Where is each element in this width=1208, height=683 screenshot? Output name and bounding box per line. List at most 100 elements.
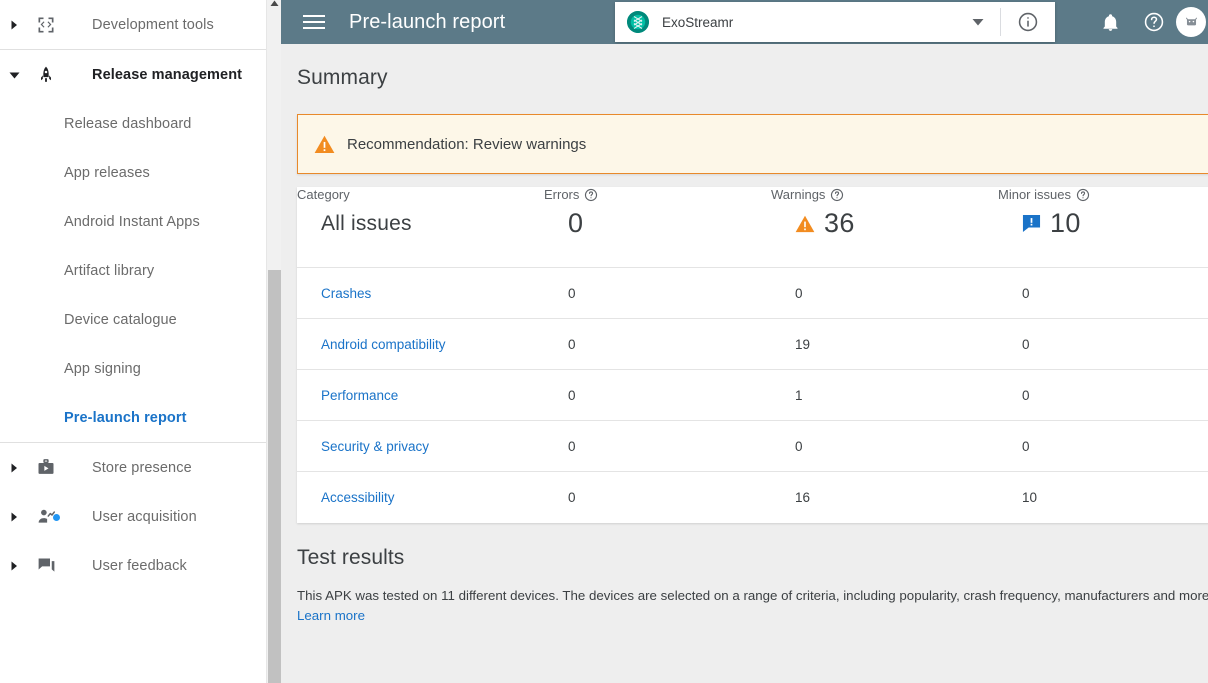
all-issues-minor-cell: 10 [998,202,1208,268]
all-issues-minor-value: 10 [1050,208,1081,238]
notification-dot [53,514,60,521]
sidebar-item-release-dashboard[interactable]: Release dashboard [0,99,281,148]
row-category-link[interactable]: Performance [321,388,398,403]
chevron-right-icon[interactable] [0,512,28,522]
row-warnings-cell: 0 [771,267,998,319]
help-circle-icon[interactable] [1076,188,1090,202]
bell-icon[interactable] [1088,0,1132,44]
header-actions [1088,0,1208,44]
column-label: Errors [544,187,580,202]
row-errors-cell: 0 [544,420,771,472]
row-warnings-cell: 0 [771,420,998,472]
sidebar-subitem-label: App signing [64,360,141,377]
row-category-link[interactable]: Crashes [321,286,371,301]
sidebar-item-release-management[interactable]: Release management [0,50,281,99]
row-category-cell[interactable]: Android compatibility [297,318,544,370]
row-minor-cell: 0 [998,369,1208,421]
sidebar-subitem-label: App releases [64,164,150,181]
sidebar-item-device-catalogue[interactable]: Device catalogue [0,295,281,344]
nav-group-development-tools: Development tools [0,0,281,50]
chevron-right-icon[interactable] [0,561,28,571]
column-header-minor-issues: Minor issues [998,187,1208,202]
top-header-bar: Pre-launch report ExoStreamr [281,0,1208,44]
sidebar-scrollbar-thumb[interactable] [268,270,281,683]
help-circle-icon[interactable] [584,188,598,202]
content-scroll-area: Summary Recommendation: Review warnings [281,44,1208,683]
row-category-link[interactable]: Accessibility [321,490,395,505]
test-results-description: This APK was tested on 11 different devi… [297,587,1208,603]
sidebar-item-user-feedback[interactable]: User feedback [0,541,281,590]
row-minor-cell: 10 [998,471,1208,523]
column-label: Minor issues [998,187,1071,202]
sidebar-item-app-releases[interactable]: App releases [0,148,281,197]
row-minor-cell: 0 [998,267,1208,319]
test-results-heading: Test results [297,545,405,569]
row-minor-cell: 0 [998,420,1208,472]
sidebar-item-label: User acquisition [92,508,197,525]
sidebar-item-artifact-library[interactable]: Artifact library [0,246,281,295]
android-avatar-icon[interactable] [1176,7,1206,37]
warning-triangle-icon [314,135,335,154]
scroll-up-arrow-icon[interactable] [267,0,281,15]
hamburger-icon[interactable] [303,10,327,34]
sidebar-item-user-acquisition[interactable]: User acquisition [0,492,281,541]
sidebar-item-app-signing[interactable]: App signing [0,344,281,393]
column-header-errors: Errors [544,187,771,202]
app-selector[interactable]: ExoStreamr [615,2,1055,42]
row-category-cell[interactable]: Accessibility [297,471,544,523]
row-category-cell[interactable]: Security & privacy [297,420,544,472]
nav-group-user-acquisition: User acquisition [0,492,281,541]
sidebar-item-development-tools[interactable]: Development tools [0,0,281,49]
sidebar-scrollbar[interactable] [266,0,281,683]
code-brackets-icon [28,15,64,35]
sidebar-subitem-label: Android Instant Apps [64,213,200,230]
chevron-down-icon[interactable] [0,70,28,80]
row-errors-cell: 0 [544,369,771,421]
row-category-cell[interactable]: Crashes [297,267,544,319]
sidebar-subitem-label: Device catalogue [64,311,177,328]
chevron-right-icon[interactable] [0,20,28,30]
all-issues-errors-cell: 0 [544,202,771,268]
user-chart-icon [28,506,64,527]
sidebar-subitem-label: Release dashboard [64,115,192,132]
issues-table: Category Errors Warnings Minor issues Al… [297,187,1208,523]
recommendation-banner: Recommendation: Review warnings [297,114,1208,174]
table-row[interactable]: Accessibility 0 16 10 [297,471,1208,523]
row-category-link[interactable]: Android compatibility [321,337,446,352]
row-errors-cell: 0 [544,318,771,370]
sidebar-item-label: Store presence [92,459,192,476]
app-selector-label: ExoStreamr [662,14,734,30]
row-warnings-cell: 1 [771,369,998,421]
chevron-right-icon[interactable] [0,463,28,473]
sidebar-item-label: Development tools [92,16,214,33]
row-category-cell[interactable]: Performance [297,369,544,421]
chevron-down-icon[interactable] [972,18,984,26]
sidebar-subitem-label: Pre-launch report [64,409,187,426]
all-issues-summary-row: All issues 0 36 10 [297,202,1208,268]
help-circle-icon[interactable] [830,188,844,202]
sidebar-subitem-label: Artifact library [64,262,155,279]
sidebar-item-pre-launch-report[interactable]: Pre-launch report [0,393,281,442]
column-header-warnings: Warnings [771,187,998,202]
table-row[interactable]: Android compatibility 0 19 0 [297,318,1208,370]
exostreamr-app-icon [627,11,649,33]
info-circle-icon[interactable] [1001,2,1055,42]
row-warnings-cell: 16 [771,471,998,523]
table-row[interactable]: Security & privacy 0 0 0 [297,420,1208,472]
page-title: Pre-launch report [349,10,506,33]
sidebar-item-store-presence[interactable]: Store presence [0,443,281,492]
column-label: Category [297,187,350,202]
learn-more-link[interactable]: Learn more [297,608,365,623]
table-row[interactable]: Performance 0 1 0 [297,369,1208,421]
table-row[interactable]: Crashes 0 0 0 [297,267,1208,319]
row-category-link[interactable]: Security & privacy [321,439,429,454]
sidebar-item-android-instant-apps[interactable]: Android Instant Apps [0,197,281,246]
nav-group-release-management: Release management Release dashboard App… [0,50,281,443]
issues-summary-card: Category Errors Warnings Minor issues Al… [297,187,1208,523]
recommendation-banner-text: Recommendation: Review warnings [347,135,587,153]
all-issues-category-cell: All issues [297,202,544,268]
all-issues-warnings-cell: 36 [771,202,998,268]
warning-triangle-icon [795,215,815,233]
issues-table-header: Category Errors Warnings Minor issues [297,187,1208,202]
help-circle-icon[interactable] [1132,0,1176,44]
